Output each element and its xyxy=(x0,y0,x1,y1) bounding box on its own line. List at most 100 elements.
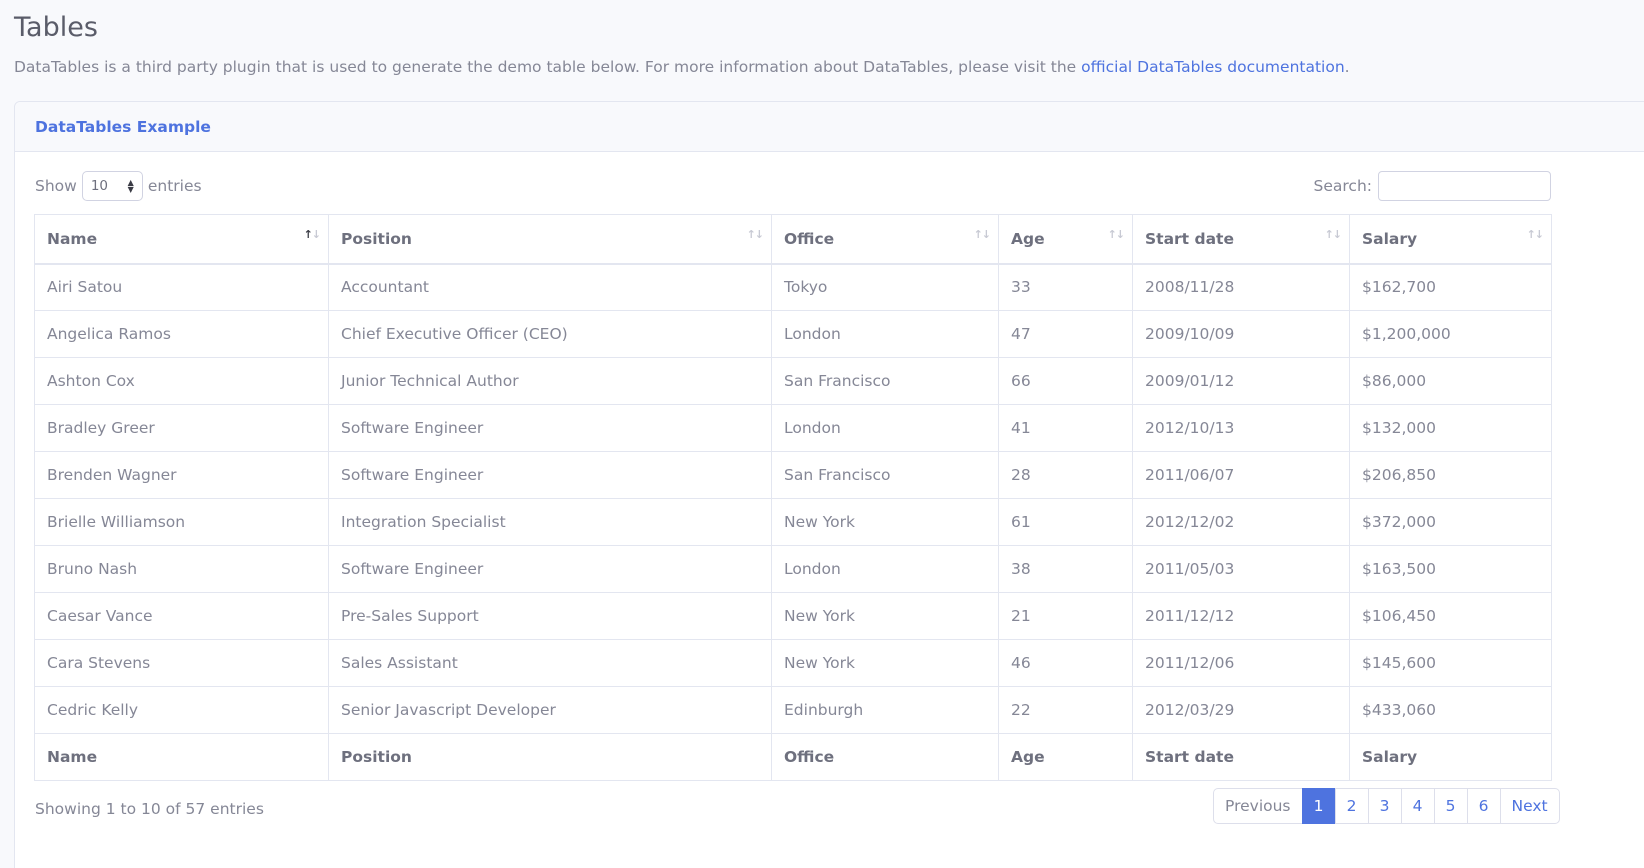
cell-office: Tokyo xyxy=(771,263,999,311)
table-controls: Show 10 ▲ ▼ entries Search: xyxy=(35,170,1551,202)
search-input[interactable] xyxy=(1378,171,1551,201)
footer-column-office: Office xyxy=(771,733,999,781)
cell-age: 66 xyxy=(998,357,1133,405)
cell-start-date: 2012/03/29 xyxy=(1132,686,1350,734)
page-button-6[interactable]: 6 xyxy=(1466,788,1501,824)
cell-name: Bruno Nash xyxy=(34,545,329,593)
cell-age: 46 xyxy=(998,639,1133,687)
search-label: Search: xyxy=(1313,177,1372,195)
page-button-3[interactable]: 3 xyxy=(1367,788,1402,824)
column-header-office[interactable]: Office ↑↓ xyxy=(771,214,999,265)
cell-start-date: 2009/10/09 xyxy=(1132,310,1350,358)
table-row: Airi Satou Accountant Tokyo 33 2008/11/28 $16… xyxy=(34,263,1552,311)
length-control: Show 10 ▲ ▼ entries xyxy=(35,170,202,202)
next-page-button[interactable]: Next xyxy=(1499,788,1560,824)
cell-name: Cedric Kelly xyxy=(34,686,329,734)
footer-column-name: Name xyxy=(34,733,329,781)
sort-arrows-icon: ↑↓ xyxy=(973,228,991,241)
sort-asc-icon: ↑↓ xyxy=(303,228,321,241)
column-header-age[interactable]: Age ↑↓ xyxy=(998,214,1133,265)
sort-arrows-icon: ↑↓ xyxy=(1324,228,1342,241)
table-header: Name ↑↓ Position ↑↓ Office ↑↓ Age ↑↓ Start d… xyxy=(34,214,1552,265)
cell-start-date: 2011/12/12 xyxy=(1132,592,1350,640)
card-title: DataTables Example xyxy=(35,117,211,136)
cell-age: 33 xyxy=(998,263,1133,311)
page-description-suffix: . xyxy=(1344,58,1350,76)
column-header-label: Office xyxy=(784,229,835,248)
cell-salary: $162,700 xyxy=(1349,263,1552,311)
column-header-position[interactable]: Position ↑↓ xyxy=(328,214,772,265)
cell-name: Cara Stevens xyxy=(34,639,329,687)
cell-position: Software Engineer xyxy=(328,451,772,499)
table-row: Cedric Kelly Senior Javascript Developer E… xyxy=(34,686,1552,734)
footer-column-age: Age xyxy=(998,733,1133,781)
footer-column-position: Position xyxy=(328,733,772,781)
cell-name: Angelica Ramos xyxy=(34,310,329,358)
cell-position: Chief Executive Officer (CEO) xyxy=(328,310,772,358)
page-button-2[interactable]: 2 xyxy=(1334,788,1369,824)
column-header-label: Salary xyxy=(1362,229,1418,248)
data-table: Name ↑↓ Position ↑↓ Office ↑↓ Age ↑↓ Start d… xyxy=(34,214,1552,781)
cell-age: 28 xyxy=(998,451,1133,499)
entries-per-page-value: 10 xyxy=(90,178,109,194)
cell-office: London xyxy=(771,545,999,593)
cell-position: Software Engineer xyxy=(328,545,772,593)
cell-age: 21 xyxy=(998,592,1133,640)
cell-salary: $106,450 xyxy=(1349,592,1552,640)
cell-salary: $433,060 xyxy=(1349,686,1552,734)
cell-office: London xyxy=(771,404,999,452)
table-row: Ashton Cox Junior Technical Author San Fra… xyxy=(34,357,1552,405)
page-title: Tables xyxy=(14,12,98,43)
sort-arrows-icon: ↑↓ xyxy=(1526,228,1544,241)
column-header-label: Position xyxy=(341,229,412,248)
cell-start-date: 2011/06/07 xyxy=(1132,451,1350,499)
cell-position: Integration Specialist xyxy=(328,498,772,546)
previous-page-button[interactable]: Previous xyxy=(1213,788,1303,824)
table-row: Brenden Wagner Software Engineer San Franc… xyxy=(34,451,1552,499)
datatables-card: DataTables Example Show 10 ▲ ▼ entries Se… xyxy=(14,101,1644,868)
cell-name: Airi Satou xyxy=(34,263,329,311)
cell-position: Accountant xyxy=(328,263,772,311)
cell-position: Senior Javascript Developer xyxy=(328,686,772,734)
cell-position: Pre-Sales Support xyxy=(328,592,772,640)
cell-salary: $132,000 xyxy=(1349,404,1552,452)
cell-position: Sales Assistant xyxy=(328,639,772,687)
select-arrows-icon: ▲ ▼ xyxy=(127,178,134,194)
cell-salary: $372,000 xyxy=(1349,498,1552,546)
footer-column-salary: Salary xyxy=(1349,733,1552,781)
entries-per-page-select[interactable]: 10 ▲ ▼ xyxy=(81,171,143,201)
datatables-documentation-link[interactable]: official DataTables documentation xyxy=(1081,58,1345,76)
page-button-4[interactable]: 4 xyxy=(1400,788,1435,824)
search-control: Search: xyxy=(1314,170,1551,202)
cell-start-date: 2012/12/02 xyxy=(1132,498,1350,546)
table-row: Cara Stevens Sales Assistant New York 46 201… xyxy=(34,639,1552,687)
sort-arrows-icon: ↑↓ xyxy=(746,228,764,241)
cell-start-date: 2011/12/06 xyxy=(1132,639,1350,687)
column-header-name[interactable]: Name ↑↓ xyxy=(34,214,329,265)
cell-office: San Francisco xyxy=(771,357,999,405)
table-body: Airi Satou Accountant Tokyo 33 2008/11/28 $16… xyxy=(34,263,1552,734)
cell-age: 47 xyxy=(998,310,1133,358)
column-header-label: Name xyxy=(47,229,98,248)
cell-salary: $1,200,000 xyxy=(1349,310,1552,358)
page-button-1[interactable]: 1 xyxy=(1301,788,1336,824)
table-row: Bradley Greer Software Engineer London 41 20… xyxy=(34,404,1552,452)
cell-salary: $206,850 xyxy=(1349,451,1552,499)
cell-age: 41 xyxy=(998,404,1133,452)
cell-position: Junior Technical Author xyxy=(328,357,772,405)
cell-name: Brenden Wagner xyxy=(34,451,329,499)
page-button-5[interactable]: 5 xyxy=(1433,788,1468,824)
table-row: Bruno Nash Software Engineer London 38 2011/… xyxy=(34,545,1552,593)
table-row: Brielle Williamson Integration Specialist… xyxy=(34,498,1552,546)
cell-office: New York xyxy=(771,498,999,546)
column-header-label: Start date xyxy=(1145,229,1234,248)
cell-salary: $86,000 xyxy=(1349,357,1552,405)
cell-start-date: 2009/01/12 xyxy=(1132,357,1350,405)
entries-label: entries xyxy=(147,177,202,195)
table-footer: Name Position Office Age Start date Sala… xyxy=(34,733,1552,781)
column-header-salary[interactable]: Salary ↑↓ xyxy=(1349,214,1552,265)
cell-start-date: 2008/11/28 xyxy=(1132,263,1350,311)
column-header-start-date[interactable]: Start date ↑↓ xyxy=(1132,214,1350,265)
cell-age: 22 xyxy=(998,686,1133,734)
cell-name: Caesar Vance xyxy=(34,592,329,640)
